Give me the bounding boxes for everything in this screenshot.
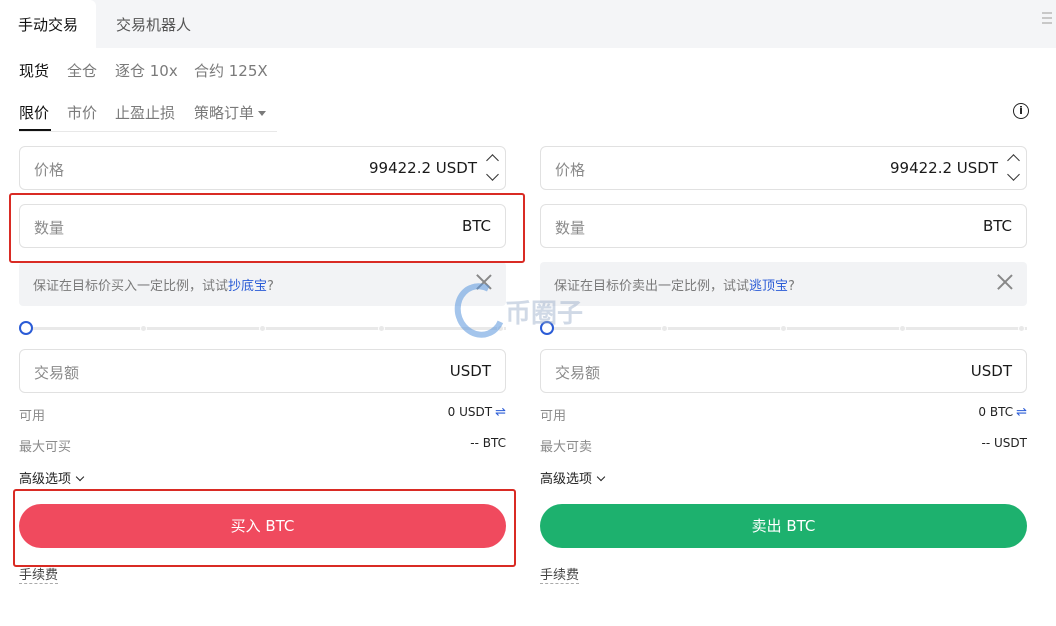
chevron-down-icon xyxy=(596,472,606,482)
sell-button[interactable]: 卖出 BTC xyxy=(540,504,1027,548)
sell-quantity-label: 数量 xyxy=(555,219,586,237)
sell-max-value: -- USDT xyxy=(981,436,1027,450)
tab-strategy[interactable]: 策略订单 xyxy=(194,102,267,123)
tab-strategy-label: 策略订单 xyxy=(194,104,255,122)
mode-isolated[interactable]: 逐仓 10x xyxy=(115,60,178,81)
buy-max-label: 最大可买 xyxy=(19,440,72,455)
slider-tick[interactable] xyxy=(1018,325,1025,332)
buy-available-amount: 0 USDT xyxy=(447,405,493,419)
buy-promo-tail: ? xyxy=(267,279,274,294)
sell-promo-message: 保证在目标价卖出一定比例，试试 xyxy=(554,279,750,294)
sell-available-amount: 0 BTC xyxy=(978,405,1014,419)
sell-amount-field[interactable]: 交易额 USDT xyxy=(540,349,1027,393)
close-icon[interactable] xyxy=(997,274,1013,290)
sell-amount-unit: USDT xyxy=(970,362,1012,380)
sell-promo-banner: 保证在目标价卖出一定比例，试试逃顶宝? xyxy=(540,262,1027,306)
slider-tick[interactable] xyxy=(140,325,147,332)
slider-tick[interactable] xyxy=(497,325,504,332)
buy-available-value: 0 USDT ⇌ xyxy=(448,405,506,420)
buy-quantity-label: 数量 xyxy=(34,219,65,237)
buy-quantity-field[interactable]: 数量 BTC xyxy=(19,204,506,248)
chevron-down-icon[interactable] xyxy=(486,168,499,181)
buy-max-row: 最大可买 -- BTC xyxy=(19,436,506,455)
slider-tick[interactable] xyxy=(899,325,906,332)
sell-available-value: 0 BTC ⇌ xyxy=(978,405,1027,420)
buy-panel: 价格 99422.2 USDT 数量 BTC 保证在目标价买入一定比例，试试抄底… xyxy=(19,146,506,606)
buy-button[interactable]: 买入 BTC xyxy=(19,504,506,548)
slider-tick[interactable] xyxy=(259,325,266,332)
tab-stop[interactable]: 止盈止损 xyxy=(115,102,175,123)
buy-price-field[interactable]: 价格 99422.2 USDT xyxy=(19,146,506,190)
mode-spot[interactable]: 现货 xyxy=(19,60,49,81)
close-icon[interactable] xyxy=(476,274,492,290)
buy-percent-slider[interactable] xyxy=(19,321,506,335)
slider-handle[interactable] xyxy=(540,321,554,335)
slider-tick[interactable] xyxy=(661,325,668,332)
buy-price-label: 价格 xyxy=(34,161,65,179)
buy-promo-link[interactable]: 抄底宝 xyxy=(228,279,267,294)
chevron-up-icon[interactable] xyxy=(1007,154,1020,167)
sell-price-stepper[interactable] xyxy=(1004,147,1026,191)
buy-max-value: -- BTC xyxy=(470,436,506,450)
slider-tick[interactable] xyxy=(780,325,787,332)
sell-percent-slider[interactable] xyxy=(540,321,1027,335)
buy-advanced-label: 高级选项 xyxy=(19,472,72,487)
chevron-up-icon[interactable] xyxy=(486,154,499,167)
slider-handle[interactable] xyxy=(19,321,33,335)
sell-fee-link[interactable]: 手续费 xyxy=(540,564,580,584)
buy-amount-field[interactable]: 交易额 USDT xyxy=(19,349,506,393)
mode-cross[interactable]: 全仓 xyxy=(67,60,97,81)
tab-trading-bot[interactable]: 交易机器人 xyxy=(116,0,191,48)
sell-advanced-options[interactable]: 高级选项 xyxy=(540,468,606,487)
buy-promo-text: 保证在目标价买入一定比例，试试抄底宝? xyxy=(33,275,274,294)
buy-price-value: 99422.2 USDT xyxy=(368,159,477,177)
swap-icon[interactable]: ⇌ xyxy=(1016,405,1027,420)
buy-promo-banner: 保证在目标价买入一定比例，试试抄底宝? xyxy=(19,262,506,306)
sell-promo-tail: ? xyxy=(788,279,795,294)
menu-icon[interactable] xyxy=(1042,12,1052,26)
buy-available-label: 可用 xyxy=(19,409,46,424)
sell-amount-label: 交易额 xyxy=(555,364,601,382)
caret-down-icon xyxy=(258,111,267,116)
top-tab-bar: 手动交易 交易机器人 xyxy=(0,0,1056,48)
tab-limit[interactable]: 限价 xyxy=(19,102,49,123)
mode-contract[interactable]: 合约 125X xyxy=(194,60,268,81)
buy-promo-message: 保证在目标价买入一定比例，试试 xyxy=(33,279,229,294)
buy-advanced-options[interactable]: 高级选项 xyxy=(19,468,85,487)
sell-quantity-field[interactable]: 数量 BTC xyxy=(540,204,1027,248)
tab-divider xyxy=(19,131,277,132)
buy-fee-link[interactable]: 手续费 xyxy=(19,564,59,584)
info-icon[interactable]: i xyxy=(1013,103,1029,119)
chevron-down-icon xyxy=(75,472,85,482)
sell-price-value: 99422.2 USDT xyxy=(889,159,998,177)
swap-icon[interactable]: ⇌ xyxy=(495,405,506,420)
chevron-down-icon[interactable] xyxy=(1007,168,1020,181)
tab-manual-trading[interactable]: 手动交易 xyxy=(0,0,96,48)
sell-price-label: 价格 xyxy=(555,161,586,179)
sell-price-field[interactable]: 价格 99422.2 USDT xyxy=(540,146,1027,190)
sell-available-label: 可用 xyxy=(540,409,567,424)
sell-advanced-label: 高级选项 xyxy=(540,472,593,487)
buy-amount-label: 交易额 xyxy=(34,364,80,382)
buy-available-row: 可用 0 USDT ⇌ xyxy=(19,405,506,424)
buy-quantity-unit: BTC xyxy=(461,217,491,235)
sell-quantity-unit: BTC xyxy=(982,217,1012,235)
sell-promo-link[interactable]: 逃顶宝 xyxy=(749,279,788,294)
sell-available-row: 可用 0 BTC ⇌ xyxy=(540,405,1027,424)
sell-max-label: 最大可卖 xyxy=(540,440,593,455)
buy-price-stepper[interactable] xyxy=(483,147,505,191)
slider-tick[interactable] xyxy=(378,325,385,332)
sell-max-row: 最大可卖 -- USDT xyxy=(540,436,1027,455)
buy-amount-unit: USDT xyxy=(449,362,491,380)
tab-market[interactable]: 市价 xyxy=(67,102,97,123)
sell-promo-text: 保证在目标价卖出一定比例，试试逃顶宝? xyxy=(554,275,795,294)
sell-panel: 价格 99422.2 USDT 数量 BTC 保证在目标价卖出一定比例，试试逃顶… xyxy=(540,146,1027,606)
